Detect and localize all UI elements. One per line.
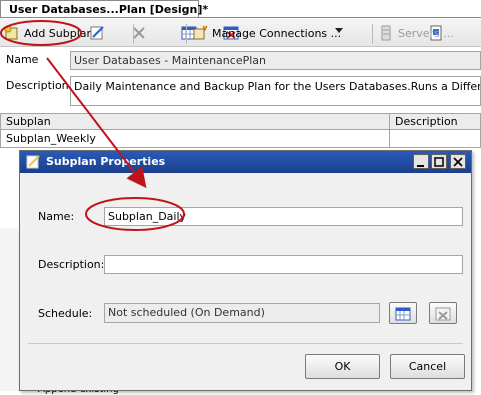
add-subplan-highlight: [0, 20, 82, 46]
annotation-overlay: [0, 20, 185, 231]
annotation-arrow: [46, 57, 147, 189]
subplan-name-highlight: [85, 197, 185, 231]
